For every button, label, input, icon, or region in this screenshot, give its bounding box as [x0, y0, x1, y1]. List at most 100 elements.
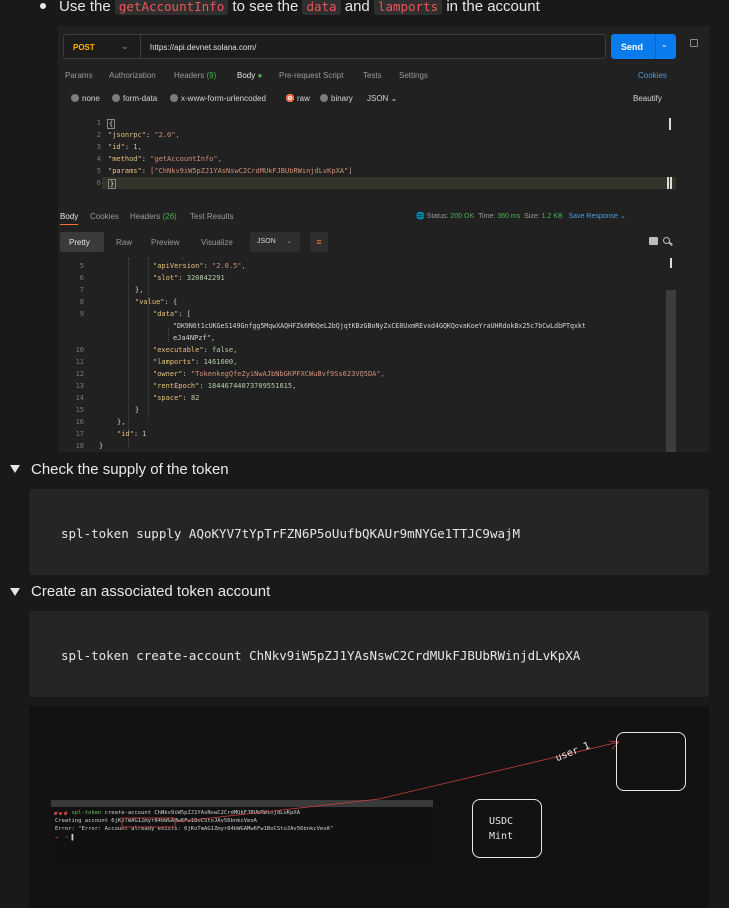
radio-label: x-www-form-urlencoded	[181, 94, 266, 103]
response-format-select[interactable]: JSON ⌄	[250, 232, 300, 252]
json-key: "jsonrpc"	[108, 131, 146, 139]
code-line: "owner": "TokenkegQfeZyiNwAJbNbGKPFXCWuB…	[153, 370, 385, 378]
code-line: "DK9N6t1cUKGeS149Gnfgg5MqwXAQHFZk6MbQeL2…	[173, 322, 586, 330]
beautify-link[interactable]: Beautify	[633, 94, 662, 103]
body-format-label: JSON	[367, 94, 389, 103]
tab-headers[interactable]: Headers (9)	[174, 71, 216, 80]
response-body-viewer[interactable]: ─────── { 5 "apiVersion": "2.0.5", 6 "sl…	[58, 258, 709, 452]
response-tab-test-results[interactable]: Test Results	[190, 212, 234, 221]
radio-icon	[320, 94, 328, 102]
code-line: "id": 1,	[108, 143, 142, 151]
json-key: "executable"	[153, 346, 204, 354]
code-lamports: lamports	[373, 0, 443, 15]
view-pretty-button[interactable]: Pretty	[60, 232, 104, 252]
divider	[655, 34, 656, 59]
headers-count: (9)	[206, 71, 217, 80]
code-getaccountinfo: getAccountInfo	[114, 0, 229, 15]
radio-none[interactable]: none	[71, 94, 100, 103]
line-number: 13	[75, 382, 84, 390]
highlight-box	[121, 817, 176, 828]
line-number: 14	[75, 394, 84, 402]
radio-icon	[112, 94, 120, 102]
code-line: },	[117, 418, 126, 426]
response-tab-body[interactable]: Body	[60, 212, 79, 225]
globe-icon[interactable]: 🌐	[416, 213, 425, 220]
json-value: 1	[142, 430, 147, 438]
json-key: "params"	[108, 167, 142, 175]
code-block-create-account: spl-token create-account ChNkv9iW5pZJ1YA…	[29, 611, 709, 697]
send-button[interactable]: Send ⌄	[611, 34, 676, 59]
status-value: 200 OK	[450, 213, 475, 220]
intro-mid1: to see the	[232, 0, 299, 15]
tab-pre-request-script[interactable]: Pre-request Script	[279, 71, 343, 80]
request-body-editor[interactable]: 1 { 2 "jsonrpc": "2.0", 3 "id": 1, 4 "me…	[87, 117, 675, 192]
line-number: 12	[75, 370, 84, 378]
chevron-down-icon: ⌄	[286, 238, 292, 245]
tab-tests[interactable]: Tests	[363, 71, 382, 80]
radio-urlencoded[interactable]: x-www-form-urlencoded	[170, 94, 266, 103]
response-status: 🌐 Status: 200 OK Time: 360 ms Size: 1.2 …	[416, 212, 626, 220]
cookies-link[interactable]: Cookies	[638, 71, 667, 80]
radio-form-data[interactable]: form-data	[112, 94, 157, 103]
radio-binary[interactable]: binary	[320, 94, 353, 103]
chevron-down-icon[interactable]: ⌄	[121, 41, 129, 52]
url-bar[interactable]: POST ⌄ https://api.devnet.solana.com/	[63, 34, 606, 59]
response-scrollbar-thumb[interactable]	[670, 258, 672, 268]
line-number: 7	[79, 286, 84, 294]
wrap-lines-icon[interactable]: ≡	[310, 232, 328, 252]
send-label: Send	[621, 42, 644, 52]
radio-raw[interactable]: raw	[286, 94, 310, 103]
response-tab-cookies[interactable]: Cookies	[90, 212, 119, 221]
view-preview-button[interactable]: Preview	[151, 238, 179, 247]
copy-icon[interactable]	[690, 39, 698, 47]
line-number: 10	[75, 346, 84, 354]
code-block-supply: spl-token supply AQoKYV7tYpTrFZN6P5oUufb…	[29, 489, 709, 575]
response-headers-count: (26)	[162, 212, 177, 221]
json-value: 18446744073709551615,	[207, 382, 297, 390]
section-heading-create-account: Create an associated token account	[31, 583, 271, 600]
tab-authorization[interactable]: Authorization	[109, 71, 156, 80]
view-pretty-label: Pretty	[69, 238, 90, 247]
radio-icon	[170, 94, 178, 102]
time-label: Time:	[478, 213, 496, 220]
mint-label-usdc: USDC	[489, 816, 514, 827]
save-response-button[interactable]: Save Response ⌄	[569, 213, 626, 220]
intro-prefix: Use the	[59, 0, 111, 15]
code-line: }	[108, 179, 117, 189]
chevron-down-icon[interactable]: ⌄	[661, 40, 668, 49]
json-value: 1,	[133, 143, 142, 151]
view-raw-button[interactable]: Raw	[116, 238, 132, 247]
code-line: "id": 1	[117, 430, 147, 438]
mint-label-mint: Mint	[489, 831, 514, 842]
code-line: }	[99, 442, 104, 450]
intro-text: Use the getAccountInfo to see the data a…	[59, 0, 540, 15]
toggle-triangle-icon[interactable]	[10, 588, 20, 596]
json-value: "getAccountInfo",	[150, 155, 222, 163]
code-line: "value": {	[135, 298, 178, 306]
json-key: "method"	[108, 155, 142, 163]
tab-params[interactable]: Params	[65, 71, 93, 80]
json-key: "space"	[153, 394, 183, 402]
view-visualize-button[interactable]: Visualize	[201, 238, 233, 247]
method-select[interactable]: POST	[73, 43, 95, 52]
json-value: [	[186, 310, 191, 318]
code-line: "method": "getAccountInfo",	[108, 155, 222, 163]
active-dot-icon: ●	[257, 71, 263, 80]
url-input[interactable]: https://api.devnet.solana.com/	[150, 43, 256, 52]
json-value: "2.0",	[154, 131, 180, 139]
toggle-triangle-icon[interactable]	[10, 465, 20, 473]
tab-body[interactable]: Body ●	[237, 71, 262, 80]
json-key: "owner"	[153, 370, 183, 378]
search-icon[interactable]	[663, 237, 670, 244]
json-value: 1461600,	[203, 358, 238, 366]
response-scrollbar-track[interactable]	[666, 290, 676, 452]
tab-settings[interactable]: Settings	[399, 71, 428, 80]
response-toolbar: Pretty Raw Preview Visualize JSON ⌄ ≡	[60, 232, 706, 252]
line-number: 3	[96, 143, 101, 151]
body-format-select[interactable]: JSON ⌄	[367, 94, 397, 103]
code-line: eJa4NPzf",	[173, 334, 216, 342]
response-tab-headers[interactable]: Headers (26)	[130, 212, 177, 221]
response-tab-headers-label: Headers	[130, 212, 161, 221]
copy-icon[interactable]	[649, 237, 658, 245]
line-number: 18	[75, 442, 84, 450]
